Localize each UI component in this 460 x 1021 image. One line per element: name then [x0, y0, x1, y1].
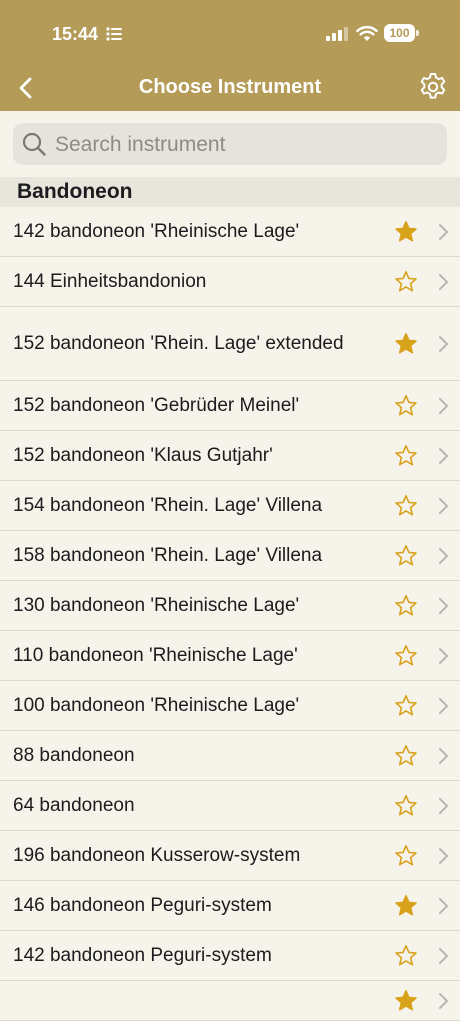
instrument-label: 152 bandoneon 'Gebrüder Meinel': [13, 394, 300, 416]
chevron-right-icon: [439, 447, 448, 464]
list-item[interactable]: 100 bandoneon 'Rheinische Lage': [0, 681, 460, 731]
gear-icon[interactable]: [416, 70, 450, 104]
battery-cap: [416, 30, 419, 36]
star-outline-icon[interactable]: [394, 644, 418, 668]
chevron-right-icon: [439, 397, 448, 414]
list-item[interactable]: 152 bandoneon 'Gebrüder Meinel': [0, 381, 460, 431]
chevron-right-icon: [439, 697, 448, 714]
chevron-right-icon: [439, 847, 448, 864]
instrument-label: 154 bandoneon 'Rhein. Lage' Villena: [13, 494, 323, 516]
battery-indicator: 100: [384, 24, 415, 42]
instrument-label: 64 bandoneon: [13, 794, 135, 816]
list-item[interactable]: 154 bandoneon 'Rhein. Lage' Villena: [0, 481, 460, 531]
instrument-label: 88 bandoneon: [13, 744, 135, 766]
instrument-label: 152 bandoneon 'Klaus Gutjahr': [13, 444, 273, 466]
search-input[interactable]: [53, 123, 437, 167]
star-filled-icon[interactable]: [394, 332, 418, 356]
star-outline-icon[interactable]: [394, 394, 418, 418]
star-outline-icon[interactable]: [394, 544, 418, 568]
list-item[interactable]: 142 bandoneon 'Rheinische Lage': [0, 207, 460, 257]
instrument-label: 100 bandoneon 'Rheinische Lage': [13, 694, 300, 716]
chevron-right-icon: [439, 647, 448, 664]
chevron-right-icon: [439, 897, 448, 914]
header: 15:44 100 Choose Instrument: [0, 0, 460, 111]
nav-bar: Choose Instrument: [0, 64, 460, 110]
list-item[interactable]: 196 bandoneon Kusserow-system: [0, 831, 460, 881]
instrument-list: 142 bandoneon 'Rheinische Lage' 144 Einhe…: [0, 207, 460, 1021]
list-item[interactable]: 158 bandoneon 'Rhein. Lage' Villena: [0, 531, 460, 581]
star-outline-icon[interactable]: [394, 270, 418, 294]
list-item[interactable]: 144 Einheitsbandonion: [0, 257, 460, 307]
chevron-right-icon: [439, 547, 448, 564]
chevron-right-icon: [439, 597, 448, 614]
chevron-right-icon: [439, 273, 448, 290]
chevron-right-icon: [439, 992, 448, 1009]
list-item[interactable]: 152 bandoneon 'Rhein. Lage' extended: [0, 307, 460, 381]
search-bar[interactable]: [13, 123, 447, 167]
status-bar: 15:44 100: [0, 0, 460, 60]
instrument-label: 130 bandoneon 'Rheinische Lage': [13, 594, 300, 616]
star-outline-icon[interactable]: [394, 444, 418, 468]
instrument-label: 196 bandoneon Kusserow-system: [13, 844, 301, 866]
star-filled-icon[interactable]: [394, 894, 418, 918]
star-outline-icon[interactable]: [394, 694, 418, 718]
star-outline-icon[interactable]: [394, 744, 418, 768]
instrument-label: 110 bandoneon 'Rheinische Lage': [13, 644, 298, 666]
section-title: Bandoneon: [17, 180, 133, 203]
chevron-right-icon: [439, 223, 448, 240]
list-item[interactable]: 64 bandoneon: [0, 781, 460, 831]
list-item[interactable]: 110 bandoneon 'Rheinische Lage': [0, 631, 460, 681]
chevron-right-icon: [439, 497, 448, 514]
status-time: 15:44: [52, 24, 99, 44]
star-outline-icon[interactable]: [394, 844, 418, 868]
star-outline-icon[interactable]: [394, 794, 418, 818]
section-header: Bandoneon: [0, 177, 460, 207]
list-item[interactable]: 88 bandoneon: [0, 731, 460, 781]
instrument-label: 146 bandoneon Peguri-system: [13, 894, 272, 916]
focus-list-icon: [106, 27, 122, 41]
star-filled-icon[interactable]: [394, 989, 418, 1013]
instrument-label: 142 bandoneon 'Rheinische Lage': [13, 220, 300, 242]
star-outline-icon[interactable]: [394, 944, 418, 968]
list-item[interactable]: 152 bandoneon 'Klaus Gutjahr': [0, 431, 460, 481]
star-outline-icon[interactable]: [394, 594, 418, 618]
list-item[interactable]: 130 bandoneon 'Rheinische Lage': [0, 581, 460, 631]
chevron-right-icon: [439, 747, 448, 764]
cellular-signal-icon: [326, 27, 348, 41]
wifi-icon: [356, 25, 378, 41]
list-item[interactable]: 146 bandoneon Peguri-system: [0, 881, 460, 931]
instrument-label: 142 bandoneon Peguri-system: [13, 944, 272, 966]
chevron-right-icon: [439, 947, 448, 964]
instrument-label: 144 Einheitsbandonion: [13, 270, 207, 292]
star-outline-icon[interactable]: [394, 494, 418, 518]
list-item[interactable]: 142 bandoneon Peguri-system: [0, 931, 460, 981]
search-icon: [22, 132, 46, 156]
chevron-right-icon: [439, 335, 448, 352]
chevron-right-icon: [439, 797, 448, 814]
page-title: Choose Instrument: [138, 76, 322, 98]
list-item[interactable]: [0, 981, 460, 1021]
star-filled-icon[interactable]: [394, 220, 418, 244]
instrument-label: 152 bandoneon 'Rhein. Lage' extended: [13, 332, 344, 354]
instrument-label: 158 bandoneon 'Rhein. Lage' Villena: [13, 544, 323, 566]
